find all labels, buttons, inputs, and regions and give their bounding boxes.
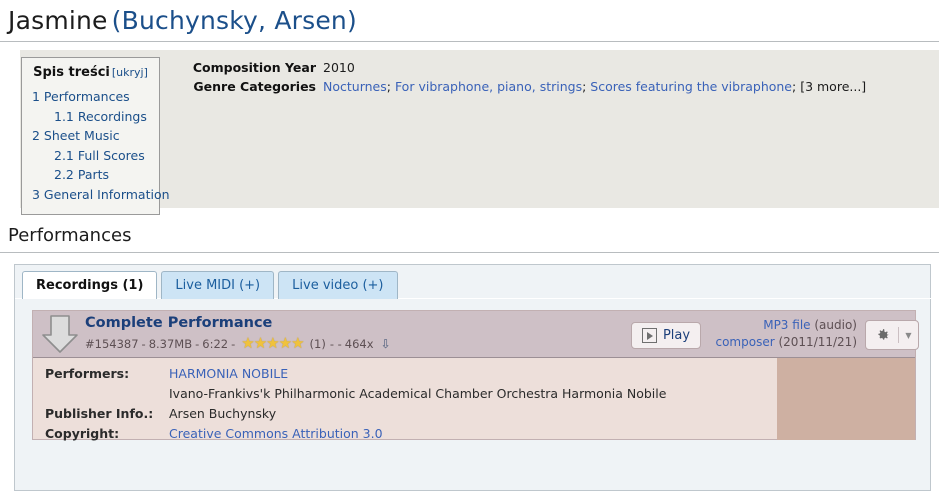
tab-recordings[interactable]: Recordings (1) (22, 271, 158, 299)
recording-card: Complete Performance #154387 - 8.37MB - … (32, 310, 919, 441)
copyright-label: Copyright: (45, 426, 120, 441)
genre-categories-value: Nocturnes; For vibraphone, piano, string… (323, 79, 867, 94)
toc-title-label: Spis treści (33, 65, 110, 80)
performers-row: Performers: HARMONIA NOBILE (33, 364, 666, 384)
page-title: Jasmine (Buchynsky, Arsen) (8, 6, 357, 35)
detail-rows: Performers: HARMONIA NOBILE Ivano-Franki… (33, 364, 666, 444)
play-button[interactable]: Play (631, 322, 701, 349)
performers-detail-row: Ivano-Frankivs'k Philharmonic Academical… (33, 384, 666, 404)
copyright-value[interactable]: Creative Commons Attribution 3.0 (169, 424, 383, 444)
download-glyph-icon: ⇩ (380, 336, 391, 351)
file-metadata: MP3 file (audio) composer (2011/11/21) (713, 317, 857, 351)
star-icon: ★ (291, 334, 305, 352)
toc-item-general-information[interactable]: 3 General Information (32, 185, 170, 205)
section-divider (0, 252, 939, 253)
toc-list: 1 Performances 1.1 Recordings 2 Sheet Mu… (32, 87, 170, 205)
meta-dash: - - (329, 336, 342, 351)
composition-year-row: Composition Year 2010 (185, 60, 933, 75)
gear-icon (866, 327, 898, 344)
composition-year-value: 2010 (323, 60, 355, 75)
toc-title: Spis treści [ukryj] (32, 65, 149, 80)
performers-detail-value: Ivano-Frankivs'k Philharmonic Academical… (169, 386, 667, 401)
performances-tab-container: Recordings (1) Live MIDI (+) Live video … (14, 264, 932, 491)
recording-title[interactable]: Complete Performance (85, 315, 272, 331)
page-root: Jasmine (Buchynsky, Arsen) Spis treści [uk… (0, 0, 939, 501)
recording-filesize: 8.37MB (148, 336, 193, 351)
star-icon: ★ (241, 334, 255, 352)
recording-id: #154387 (85, 336, 139, 351)
detail-side-block (777, 358, 915, 440)
uploader-link[interactable]: composer (715, 335, 774, 349)
title-divider (0, 41, 939, 42)
performers-value[interactable]: HARMONIA NOBILE (169, 364, 288, 384)
composition-year-label: Composition Year (192, 60, 316, 75)
toc-hide-link[interactable]: [ukryj] (112, 66, 148, 79)
tab-strip: Recordings (1) Live MIDI (+) Live video … (22, 271, 398, 299)
chevron-down-icon[interactable]: ▼ (899, 331, 918, 340)
settings-button[interactable]: ▼ (865, 320, 919, 350)
table-of-contents: Spis treści [ukryj] 1 Performances 1.1 Re… (21, 57, 170, 215)
genre-more-link[interactable]: [3 more...] (800, 79, 866, 94)
info-fields: Composition Year 2010 Genre Categories N… (185, 60, 933, 98)
publisher-info-label: Publisher Info.: (45, 406, 154, 421)
recording-card-header: Complete Performance #154387 - 8.37MB - … (33, 311, 919, 358)
download-arrow-icon[interactable] (40, 313, 80, 355)
genre-link-nocturnes[interactable]: Nocturnes (323, 79, 387, 94)
genre-link-vibraphone-piano-strings[interactable]: For vibraphone, piano, strings (395, 79, 582, 94)
tab-live-midi[interactable]: Live MIDI (+) (161, 271, 275, 299)
work-title: Jasmine (8, 6, 108, 35)
recording-duration: 6:22 (202, 336, 229, 351)
play-button-label: Play (662, 328, 691, 343)
publisher-info-value: Arsen Buchynsky (169, 406, 277, 421)
play-icon (641, 328, 657, 343)
star-rating[interactable]: ★ ★ ★ ★ ★ (241, 334, 305, 352)
recording-meta: #154387 - 8.37MB - 6:22 - ★ ★ ★ ★ ★ (1) … (85, 334, 391, 352)
composer-link[interactable]: (Buchynsky, Arsen) (112, 6, 357, 35)
work-info-panel: Spis treści [ukryj] 1 Performances 1.1 Re… (20, 50, 939, 215)
tab-live-video[interactable]: Live video (+) (278, 271, 398, 299)
performances-heading: Performances (8, 225, 132, 246)
download-count: 464x (344, 336, 374, 351)
upload-date: (2011/11/21) (778, 335, 857, 349)
performers-label: Performers: (45, 366, 130, 381)
toc-item-performances[interactable]: 1 Performances (32, 87, 149, 107)
publisher-info-row: Publisher Info.: Arsen Buchynsky (33, 404, 666, 424)
copyright-row: Copyright: Creative Commons Attribution … (33, 424, 666, 444)
recording-details: Performers: HARMONIA NOBILE Ivano-Franki… (33, 358, 915, 441)
file-type-suffix: (audio) (814, 318, 857, 332)
genre-categories-label: Genre Categories (193, 79, 316, 94)
toc-item-recordings[interactable]: 1.1 Recordings (32, 107, 149, 127)
toc-item-parts[interactable]: 2.2 Parts (32, 165, 149, 185)
genre-categories-row: Genre Categories Nocturnes; For vibrapho… (185, 79, 933, 94)
file-type-link[interactable]: MP3 file (763, 318, 810, 332)
star-icon: ★ (266, 334, 280, 352)
toc-item-sheet-music[interactable]: 2 Sheet Music (32, 126, 149, 146)
rating-count: (1) (309, 336, 326, 351)
toc-item-full-scores[interactable]: 2.1 Full Scores (32, 146, 149, 166)
genre-link-scores-vibraphone[interactable]: Scores featuring the vibraphone (590, 79, 792, 94)
